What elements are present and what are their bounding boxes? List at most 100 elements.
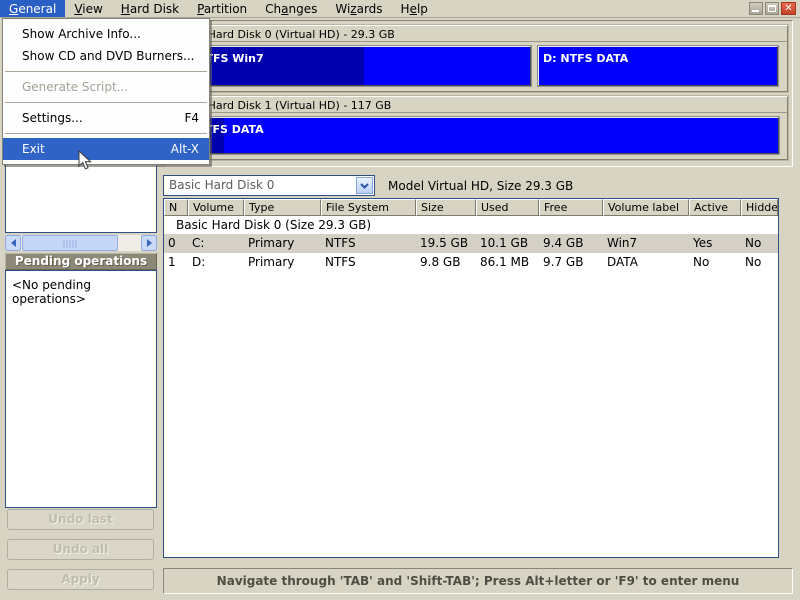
- disk1-bars: E: NTFS DATA: [169, 113, 787, 159]
- column-header-free[interactable]: Free: [539, 199, 603, 216]
- pending-operations-header: Pending operations: [5, 253, 157, 270]
- scrollbar-thumb[interactable]: [22, 235, 118, 251]
- cell-used: 86.1 MB: [476, 253, 539, 272]
- scroll-right-button[interactable]: [141, 235, 157, 251]
- menu-label: View: [74, 2, 102, 16]
- cell-used: 10.1 GB: [476, 234, 539, 253]
- menu-item-exit[interactable]: Exit Alt-X: [3, 138, 209, 160]
- pending-operations-list[interactable]: <No pending operations>: [5, 270, 157, 508]
- menu-item-settings[interactable]: Settings... F4: [3, 107, 209, 129]
- horizontal-scrollbar[interactable]: [5, 235, 157, 251]
- volumes-table: N Volume Type File System Size Used Free…: [163, 198, 779, 558]
- menu-label: Partition: [197, 2, 247, 16]
- menu-label: Hard Disk: [121, 2, 179, 16]
- menu-item-show-cd-dvd-burners[interactable]: Show CD and DVD Burners...: [3, 45, 209, 67]
- menu-item-show-archive-info[interactable]: Show Archive Info...: [3, 23, 209, 45]
- maximize-icon: [768, 5, 776, 12]
- column-header-volume-label[interactable]: Volume label: [603, 199, 689, 216]
- menu-label: Wizards: [335, 2, 382, 16]
- menu-item-label: Settings...: [22, 111, 83, 125]
- column-header-used[interactable]: Used: [476, 199, 539, 216]
- minimize-button[interactable]: [749, 2, 763, 15]
- column-header-volume[interactable]: Volume: [188, 199, 244, 216]
- table-row-d[interactable]: 1 D: Primary NTFS 9.8 GB 86.1 MB 9.7 GB …: [164, 253, 778, 272]
- menubar-item-wizards[interactable]: Wizards: [326, 0, 391, 17]
- table-row-c[interactable]: 0 C: Primary NTFS 19.5 GB 10.1 GB 9.4 GB…: [164, 234, 778, 253]
- cell-size: 9.8 GB: [416, 253, 476, 272]
- disk-select-combobox[interactable]: Basic Hard Disk 0: [163, 175, 375, 196]
- cell-volume-label: DATA: [603, 253, 689, 272]
- menu-item-shortcut: F4: [184, 111, 199, 125]
- partition-bar-e[interactable]: E: NTFS DATA: [175, 117, 779, 154]
- cell-active: Yes: [689, 234, 741, 253]
- column-header-hidden[interactable]: Hidden: [741, 199, 778, 216]
- menu-label: Help: [401, 2, 428, 16]
- disk0-group: Basic Hard Disk 0 (Virtual HD) - 29.3 GB…: [168, 25, 788, 92]
- status-bar: Navigate through 'TAB' and 'Shift-TAB'; …: [163, 568, 793, 594]
- apply-button[interactable]: Apply: [7, 569, 154, 590]
- menu-separator: [5, 133, 207, 134]
- menubar-item-view[interactable]: View: [65, 0, 111, 17]
- cell-volume: C:: [188, 234, 244, 253]
- arrow-right-icon: [147, 239, 152, 247]
- cell-type: Primary: [244, 234, 321, 253]
- menu-label: General: [9, 2, 56, 16]
- menubar-item-changes[interactable]: Changes: [256, 0, 326, 17]
- cell-size: 19.5 GB: [416, 234, 476, 253]
- table-header-row: N Volume Type File System Size Used Free…: [164, 199, 778, 216]
- column-header-file-system[interactable]: File System: [321, 199, 416, 216]
- disk-graphics-panel: Basic Hard Disk 0 (Virtual HD) - 29.3 GB…: [163, 20, 793, 167]
- cell-hidden: No: [741, 253, 778, 272]
- undo-all-button[interactable]: Undo all: [7, 539, 154, 560]
- disk0-bars: C: NTFS Win7 D: NTFS DATA: [169, 42, 787, 91]
- application-window: { "colors": { "window_bg": "#D8D4C4", "m…: [0, 0, 800, 600]
- column-header-n[interactable]: N: [164, 199, 188, 216]
- column-header-size[interactable]: Size: [416, 199, 476, 216]
- maximize-button[interactable]: [765, 2, 779, 15]
- combobox-value: Basic Hard Disk 0: [169, 178, 274, 192]
- menu-item-shortcut: Alt-X: [171, 142, 199, 156]
- mouse-cursor-icon: [78, 150, 92, 175]
- menubar: General View Hard Disk Partition Changes…: [0, 0, 800, 18]
- menu-item-label: Show Archive Info...: [22, 27, 141, 41]
- no-pending-operations-text: <No pending operations>: [12, 278, 91, 306]
- column-header-type[interactable]: Type: [244, 199, 321, 216]
- general-menu-popup: Show Archive Info... Show CD and DVD Bur…: [2, 18, 210, 165]
- cell-active: No: [689, 253, 741, 272]
- cell-volume-label: Win7: [603, 234, 689, 253]
- disk-model-info: Model Virtual HD, Size 29.3 GB: [388, 179, 573, 193]
- cell-file-system: NTFS: [321, 253, 416, 272]
- close-button[interactable]: ✕: [781, 2, 796, 15]
- cell-n: 0: [164, 234, 188, 253]
- cell-file-system: NTFS: [321, 234, 416, 253]
- column-header-active[interactable]: Active: [689, 199, 741, 216]
- window-controls: ✕: [749, 2, 796, 15]
- chevron-down-icon: [360, 183, 369, 189]
- menu-item-label: Exit: [22, 142, 45, 156]
- menubar-item-help[interactable]: Help: [392, 0, 437, 17]
- cell-type: Primary: [244, 253, 321, 272]
- disk1-group: Basic Hard Disk 1 (Virtual HD) - 117 GB …: [168, 96, 788, 160]
- disk-group-row[interactable]: Basic Hard Disk 0 (Size 29.3 GB): [164, 216, 778, 234]
- cell-volume: D:: [188, 253, 244, 272]
- minimize-icon: [752, 10, 759, 12]
- cell-hidden: No: [741, 234, 778, 253]
- partition-bar-c[interactable]: C: NTFS Win7: [175, 46, 531, 86]
- menubar-item-hard-disk[interactable]: Hard Disk: [112, 0, 188, 17]
- partition-bar-d[interactable]: D: NTFS DATA: [538, 46, 778, 86]
- menu-item-label: Generate Script...: [22, 80, 128, 94]
- menubar-item-partition[interactable]: Partition: [188, 0, 256, 17]
- scroll-left-button[interactable]: [5, 235, 21, 251]
- menu-item-label: Show CD and DVD Burners...: [22, 49, 195, 63]
- cell-free: 9.4 GB: [539, 234, 603, 253]
- menu-separator: [5, 71, 207, 72]
- disk0-title: Basic Hard Disk 0 (Virtual HD) - 29.3 GB: [169, 26, 787, 42]
- close-icon: ✕: [784, 3, 792, 14]
- menubar-item-general[interactable]: General: [0, 0, 65, 17]
- undo-last-button[interactable]: Undo last: [7, 509, 154, 530]
- menu-item-generate-script[interactable]: Generate Script...: [3, 76, 209, 98]
- combobox-dropdown-button[interactable]: [356, 177, 373, 194]
- scrollbar-grip-icon: [64, 240, 77, 248]
- arrow-left-icon: [11, 239, 16, 247]
- partition-label: D: NTFS DATA: [539, 50, 628, 65]
